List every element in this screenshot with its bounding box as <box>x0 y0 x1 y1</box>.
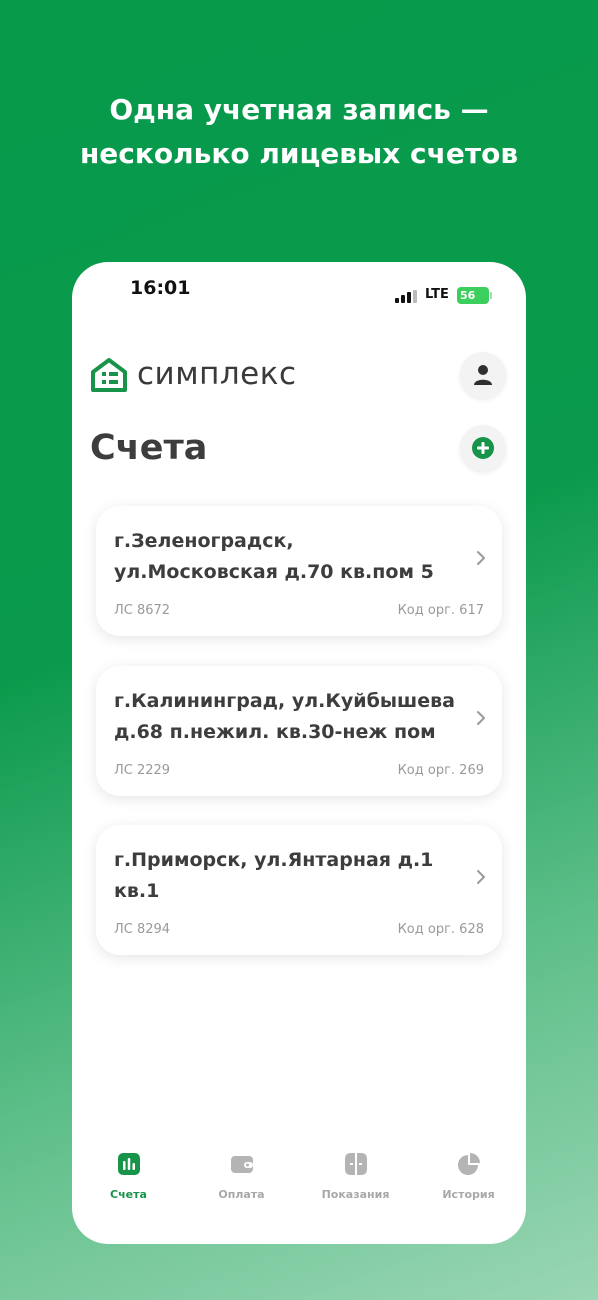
account-card[interactable]: г.Приморск, ул.Янтарная д.1 кв.1 ЛС 8294… <box>96 825 502 955</box>
account-number: ЛС 2229 <box>114 763 171 778</box>
promo-headline: Одна учетная запись — несколько лицевых … <box>0 88 598 176</box>
tab-payment[interactable]: Оплата <box>185 1152 298 1201</box>
tab-bar: Счета Оплата Показания История <box>72 1152 526 1222</box>
chevron-right-icon <box>477 870 485 884</box>
network-type: LTE <box>425 287 449 302</box>
plus-icon <box>472 437 494 459</box>
org-code: Код орг. 617 <box>397 603 484 618</box>
org-code: Код орг. 269 <box>397 763 484 778</box>
page-title: Счета <box>90 428 208 468</box>
tab-label: Показания <box>321 1188 390 1201</box>
promo-line-1: Одна учетная запись — <box>109 93 489 126</box>
signal-icon <box>395 290 417 303</box>
battery-level: 56 <box>460 289 476 302</box>
address-line-1: г.Зеленоградск, <box>114 530 294 552</box>
tab-label: Счета <box>110 1188 147 1201</box>
meter-icon <box>344 1153 367 1175</box>
account-card[interactable]: г.Калининград, ул.Куйбышева д.68 п.нежил… <box>96 666 502 796</box>
promo-line-2: несколько лицевых счетов <box>79 137 519 170</box>
account-address: г.Зеленоградск, ул.Московская д.70 кв.по… <box>114 526 464 588</box>
account-card[interactable]: г.Зеленоградск, ул.Московская д.70 кв.по… <box>96 506 502 636</box>
pie-chart-icon <box>457 1153 480 1175</box>
profile-button[interactable] <box>460 352 506 398</box>
wallet-icon <box>230 1156 253 1173</box>
bar-chart-icon <box>117 1153 140 1175</box>
address-line-1: г.Калининград, ул.Куйбышева <box>114 690 455 712</box>
house-logo-icon <box>91 358 127 392</box>
tab-label: История <box>442 1188 495 1201</box>
phone-screen: 16:01 LTE 56 симплекс Счета г.Зеленоград… <box>72 262 526 1244</box>
status-time: 16:01 <box>130 277 191 299</box>
chevron-right-icon <box>477 551 485 565</box>
tab-history[interactable]: История <box>412 1152 525 1201</box>
user-icon <box>474 365 492 385</box>
chevron-right-icon <box>477 711 485 725</box>
add-account-button[interactable] <box>460 425 506 471</box>
tab-readings[interactable]: Показания <box>299 1152 412 1201</box>
address-line-1: г.Приморск, ул.Янтарная д.1 <box>114 849 434 871</box>
account-address: г.Приморск, ул.Янтарная д.1 кв.1 <box>114 845 464 907</box>
logo-text: симплекс <box>137 356 297 392</box>
org-code: Код орг. 628 <box>397 922 484 937</box>
address-line-2: кв.1 <box>114 880 160 902</box>
tab-label: Оплата <box>218 1188 265 1201</box>
battery-icon: 56 <box>457 287 492 304</box>
tab-accounts[interactable]: Счета <box>72 1152 185 1201</box>
account-number: ЛС 8672 <box>114 603 171 618</box>
address-line-2: ул.Московская д.70 кв.пом 5 <box>114 561 434 583</box>
account-number: ЛС 8294 <box>114 922 171 937</box>
address-line-2: д.68 п.нежил. кв.30-неж пом <box>114 721 436 743</box>
account-address: г.Калининград, ул.Куйбышева д.68 п.нежил… <box>114 686 464 748</box>
status-bar: 16:01 LTE 56 <box>72 262 526 322</box>
